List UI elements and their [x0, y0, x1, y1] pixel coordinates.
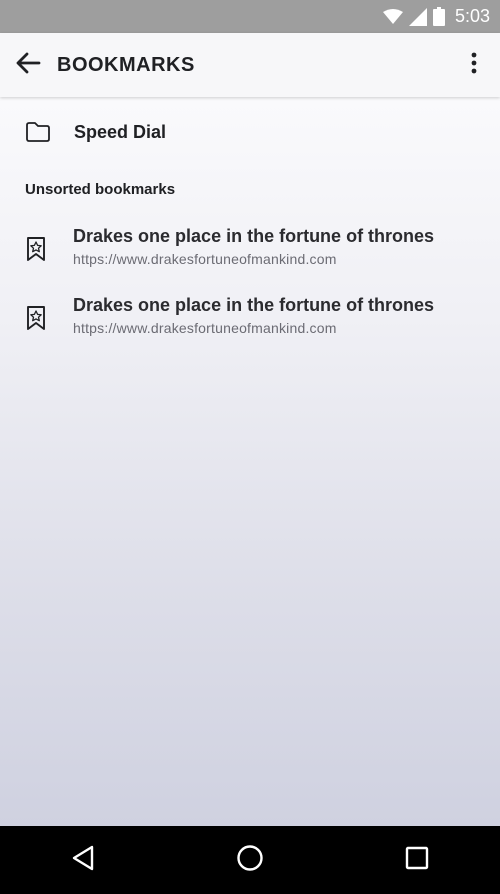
folder-label: Speed Dial — [74, 121, 167, 142]
section-header-unsorted: Unsorted bookmarks — [25, 181, 176, 198]
bookmark-url: https://www.drakesfortuneofmankind.com — [73, 251, 337, 267]
bookmark-star-icon — [25, 305, 47, 331]
nav-back-button[interactable] — [48, 826, 118, 894]
back-button[interactable] — [0, 33, 56, 97]
status-time: 5:03 — [454, 6, 490, 26]
bookmark-title: Drakes one place in the fortune of thron… — [73, 295, 435, 315]
bookmark-item[interactable]: Drakes one place in the fortune of thron… — [0, 293, 500, 351]
nav-home-button[interactable] — [215, 826, 285, 894]
page-title: BOOKMARKS — [57, 53, 195, 76]
nav-recents-button[interactable] — [382, 826, 452, 894]
bookmark-item[interactable]: Drakes one place in the fortune of thron… — [0, 224, 500, 282]
wifi-icon — [382, 8, 403, 25]
bookmark-title: Drakes one place in the fortune of thron… — [73, 226, 435, 246]
battery-icon — [432, 7, 445, 26]
system-nav-bar — [0, 826, 500, 894]
app-bar: BOOKMARKS — [0, 33, 500, 97]
status-bar: 5:03 — [0, 0, 500, 33]
overflow-menu-icon — [471, 52, 477, 79]
back-arrow-icon — [15, 52, 41, 79]
bookmark-star-icon — [25, 236, 47, 262]
signal-icon — [408, 7, 427, 26]
bookmark-url: https://www.drakesfortuneofmankind.com — [73, 320, 337, 336]
bookmarks-list: Speed Dial Unsorted bookmarks Drakes one… — [0, 97, 500, 826]
nav-recents-icon — [405, 846, 429, 875]
overflow-menu-button[interactable] — [458, 33, 490, 97]
nav-back-icon — [71, 845, 95, 876]
nav-home-icon — [236, 844, 264, 877]
folder-icon — [25, 121, 65, 143]
folder-item-speed-dial[interactable]: Speed Dial — [0, 107, 500, 157]
